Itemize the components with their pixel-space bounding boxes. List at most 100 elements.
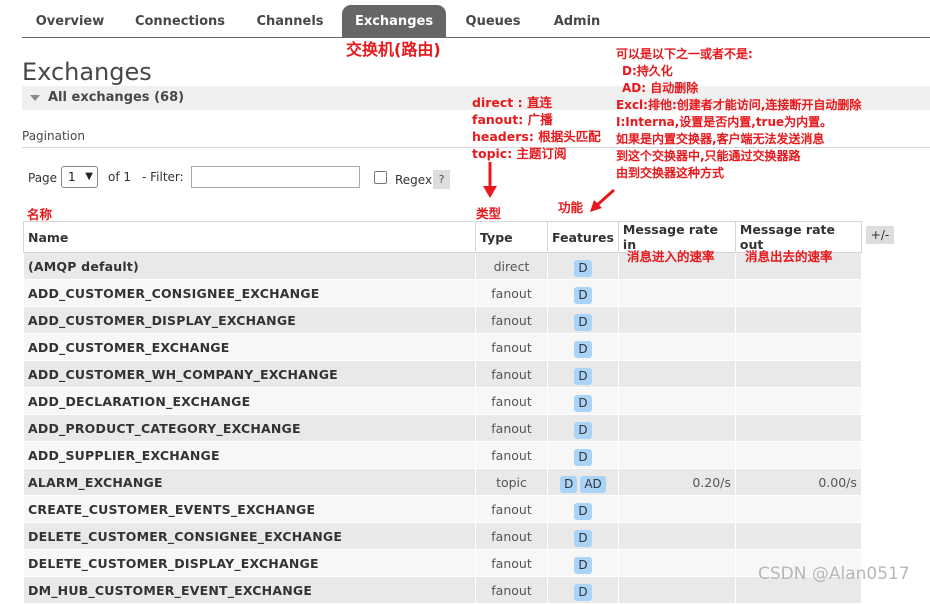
feature-badge: D (574, 259, 592, 277)
exchange-type: fanout (475, 360, 548, 388)
feature-badge: D (574, 421, 592, 439)
annotation-type-line: headers: 根据头匹配 (472, 129, 601, 144)
filter-input[interactable] (191, 166, 360, 188)
col-name-header[interactable]: Name (23, 221, 476, 253)
table-row[interactable]: CREATE_CUSTOMER_EVENTS_EXCHANGE fanout D (23, 495, 862, 523)
col-features-header[interactable]: Features (547, 221, 619, 253)
exchange-type: topic (475, 468, 548, 496)
tab-channels[interactable]: Channels (244, 5, 336, 38)
table-row[interactable]: ADD_CUSTOMER_EXCHANGE fanout D (23, 333, 862, 361)
exchange-name-link[interactable]: ADD_CUSTOMER_WH_COMPANY_EXCHANGE (23, 360, 476, 388)
table-row[interactable]: ADD_CUSTOMER_WH_COMPANY_EXCHANGE fanout D (23, 360, 862, 388)
table-row[interactable]: ADD_CUSTOMER_CONSIGNEE_EXCHANGE fanout D (23, 279, 862, 307)
message-rate-out (734, 306, 862, 334)
exchange-features: D AD (547, 468, 619, 496)
exchange-name-link[interactable]: ADD_CUSTOMER_EXCHANGE (23, 333, 476, 361)
annotation-feature-line: AD: 自动删除 (622, 81, 699, 95)
exchange-name-link[interactable]: DELETE_CUSTOMER_CONSIGNEE_EXCHANGE (23, 522, 476, 550)
exchange-features: D (547, 306, 619, 334)
table-header-row: Name Type Features Message rate in Messa… (23, 221, 862, 253)
message-rate-out (734, 441, 862, 469)
table-row[interactable]: ALARM_EXCHANGE topic D AD 0.20/s 0.00/s (23, 468, 862, 496)
exchange-type: fanout (475, 576, 548, 604)
tab-admin[interactable]: Admin (542, 5, 612, 38)
regex-help-button[interactable]: ? (433, 170, 450, 189)
exchange-name-link[interactable]: ADD_DECLARATION_EXCHANGE (23, 387, 476, 415)
exchange-features: D (547, 387, 619, 415)
page-title: Exchanges (22, 58, 152, 86)
table-row[interactable]: DM_HUB_CUSTOMER_EVENT_EXCHANGE fanout D (23, 576, 862, 604)
annotation-type-label: 类型 (476, 206, 502, 221)
feature-badge: D (574, 313, 592, 331)
exchange-type: fanout (475, 279, 548, 307)
exchange-name-link[interactable]: ADD_CUSTOMER_DISPLAY_EXCHANGE (23, 306, 476, 334)
col-type-header[interactable]: Type (475, 221, 548, 253)
type-arrow-icon (483, 162, 497, 198)
message-rate-out (734, 279, 862, 307)
regex-checkbox[interactable] (374, 171, 387, 184)
watermark: CSDN @Alan0517 (758, 564, 910, 584)
message-rate-in: 0.20/s (617, 468, 736, 496)
exchange-type: direct (475, 252, 548, 280)
exchange-type: fanout (475, 306, 548, 334)
exchanges-table: Name Type Features Message rate in Messa… (23, 221, 862, 604)
message-rate-out (734, 360, 862, 388)
exchange-name-link[interactable]: DM_HUB_CUSTOMER_EVENT_EXCHANGE (23, 576, 476, 604)
feature-badge: D (560, 475, 578, 493)
feature-badge: D (574, 394, 592, 412)
regex-label: Regex (395, 173, 433, 187)
annotation-features: 可以是以下之一或者不是: D:持久化 AD: 自动删除 Excl:排他:创建者才… (616, 46, 861, 182)
page-select-value: 1 (68, 170, 76, 184)
exchange-name-link[interactable]: ALARM_EXCHANGE (23, 468, 476, 496)
message-rate-in (617, 549, 736, 577)
feature-badge: AD (580, 475, 606, 493)
annotation-feature-line: 可以是以下之一或者不是: (616, 47, 753, 61)
table-row[interactable]: DELETE_CUSTOMER_CONSIGNEE_EXCHANGE fanout… (23, 522, 862, 550)
annotation-types: direct : 直连 fanout: 广播 headers: 根据头匹配 to… (472, 94, 601, 162)
table-row[interactable]: ADD_DECLARATION_EXCHANGE fanout D (23, 387, 862, 415)
exchange-features: D (547, 252, 619, 280)
chevron-down-icon: ▼ (85, 171, 93, 182)
tab-exchanges[interactable]: Exchanges (342, 5, 446, 38)
annotation-exchange-title: 交换机(路由) (346, 40, 441, 59)
annotation-feature-line: D:持久化 (622, 64, 673, 78)
exchange-name-link[interactable]: DELETE_CUSTOMER_DISPLAY_EXCHANGE (23, 549, 476, 577)
annotation-features-label: 功能 (558, 200, 584, 215)
exchange-name-link[interactable]: ADD_CUSTOMER_CONSIGNEE_EXCHANGE (23, 279, 476, 307)
tab-overview[interactable]: Overview (22, 5, 118, 38)
annotation-feature-line: 到这个交换器中,只能通过交换器路 (616, 149, 801, 163)
table-row[interactable]: ADD_SUPPLIER_EXCHANGE fanout D (23, 441, 862, 469)
tab-queues[interactable]: Queues (456, 5, 530, 38)
message-rate-in (617, 414, 736, 442)
message-rate-in (617, 360, 736, 388)
columns-toggle-button[interactable]: +/- (866, 226, 894, 244)
collapse-triangle-icon (30, 95, 40, 101)
table-row[interactable]: ADD_CUSTOMER_DISPLAY_EXCHANGE fanout D (23, 306, 862, 334)
message-rate-out: 0.00/s (734, 468, 862, 496)
table-row[interactable]: DELETE_CUSTOMER_DISPLAY_EXCHANGE fanout D (23, 549, 862, 577)
feature-badge: D (574, 448, 592, 466)
features-arrow-icon (590, 188, 615, 212)
table-row[interactable]: (AMQP default) direct D (23, 252, 862, 280)
pagination-heading: Pagination (22, 129, 85, 143)
feature-badge: D (574, 556, 592, 574)
exchange-name-link[interactable]: (AMQP default) (23, 252, 476, 280)
section-label: All exchanges (68) (48, 90, 185, 105)
message-rate-in (617, 495, 736, 523)
annotation-type-line: direct : 直连 (472, 95, 552, 110)
message-rate-in (617, 522, 736, 550)
exchange-name-link[interactable]: CREATE_CUSTOMER_EVENTS_EXCHANGE (23, 495, 476, 523)
page-select[interactable]: 1 ▼ (61, 166, 98, 188)
page-of-text: of 1 (108, 170, 132, 184)
nav-divider (22, 37, 930, 38)
tab-connections[interactable]: Connections (124, 5, 236, 38)
filter-label: - Filter: (142, 170, 184, 184)
feature-badge: D (574, 583, 592, 601)
annotation-type-line: fanout: 广播 (472, 112, 553, 127)
message-rate-out (734, 333, 862, 361)
exchange-features: D (547, 441, 619, 469)
exchange-name-link[interactable]: ADD_SUPPLIER_EXCHANGE (23, 441, 476, 469)
table-row[interactable]: ADD_PRODUCT_CATEGORY_EXCHANGE fanout D (23, 414, 862, 442)
annotation-name-label: 名称 (27, 207, 53, 222)
exchange-name-link[interactable]: ADD_PRODUCT_CATEGORY_EXCHANGE (23, 414, 476, 442)
